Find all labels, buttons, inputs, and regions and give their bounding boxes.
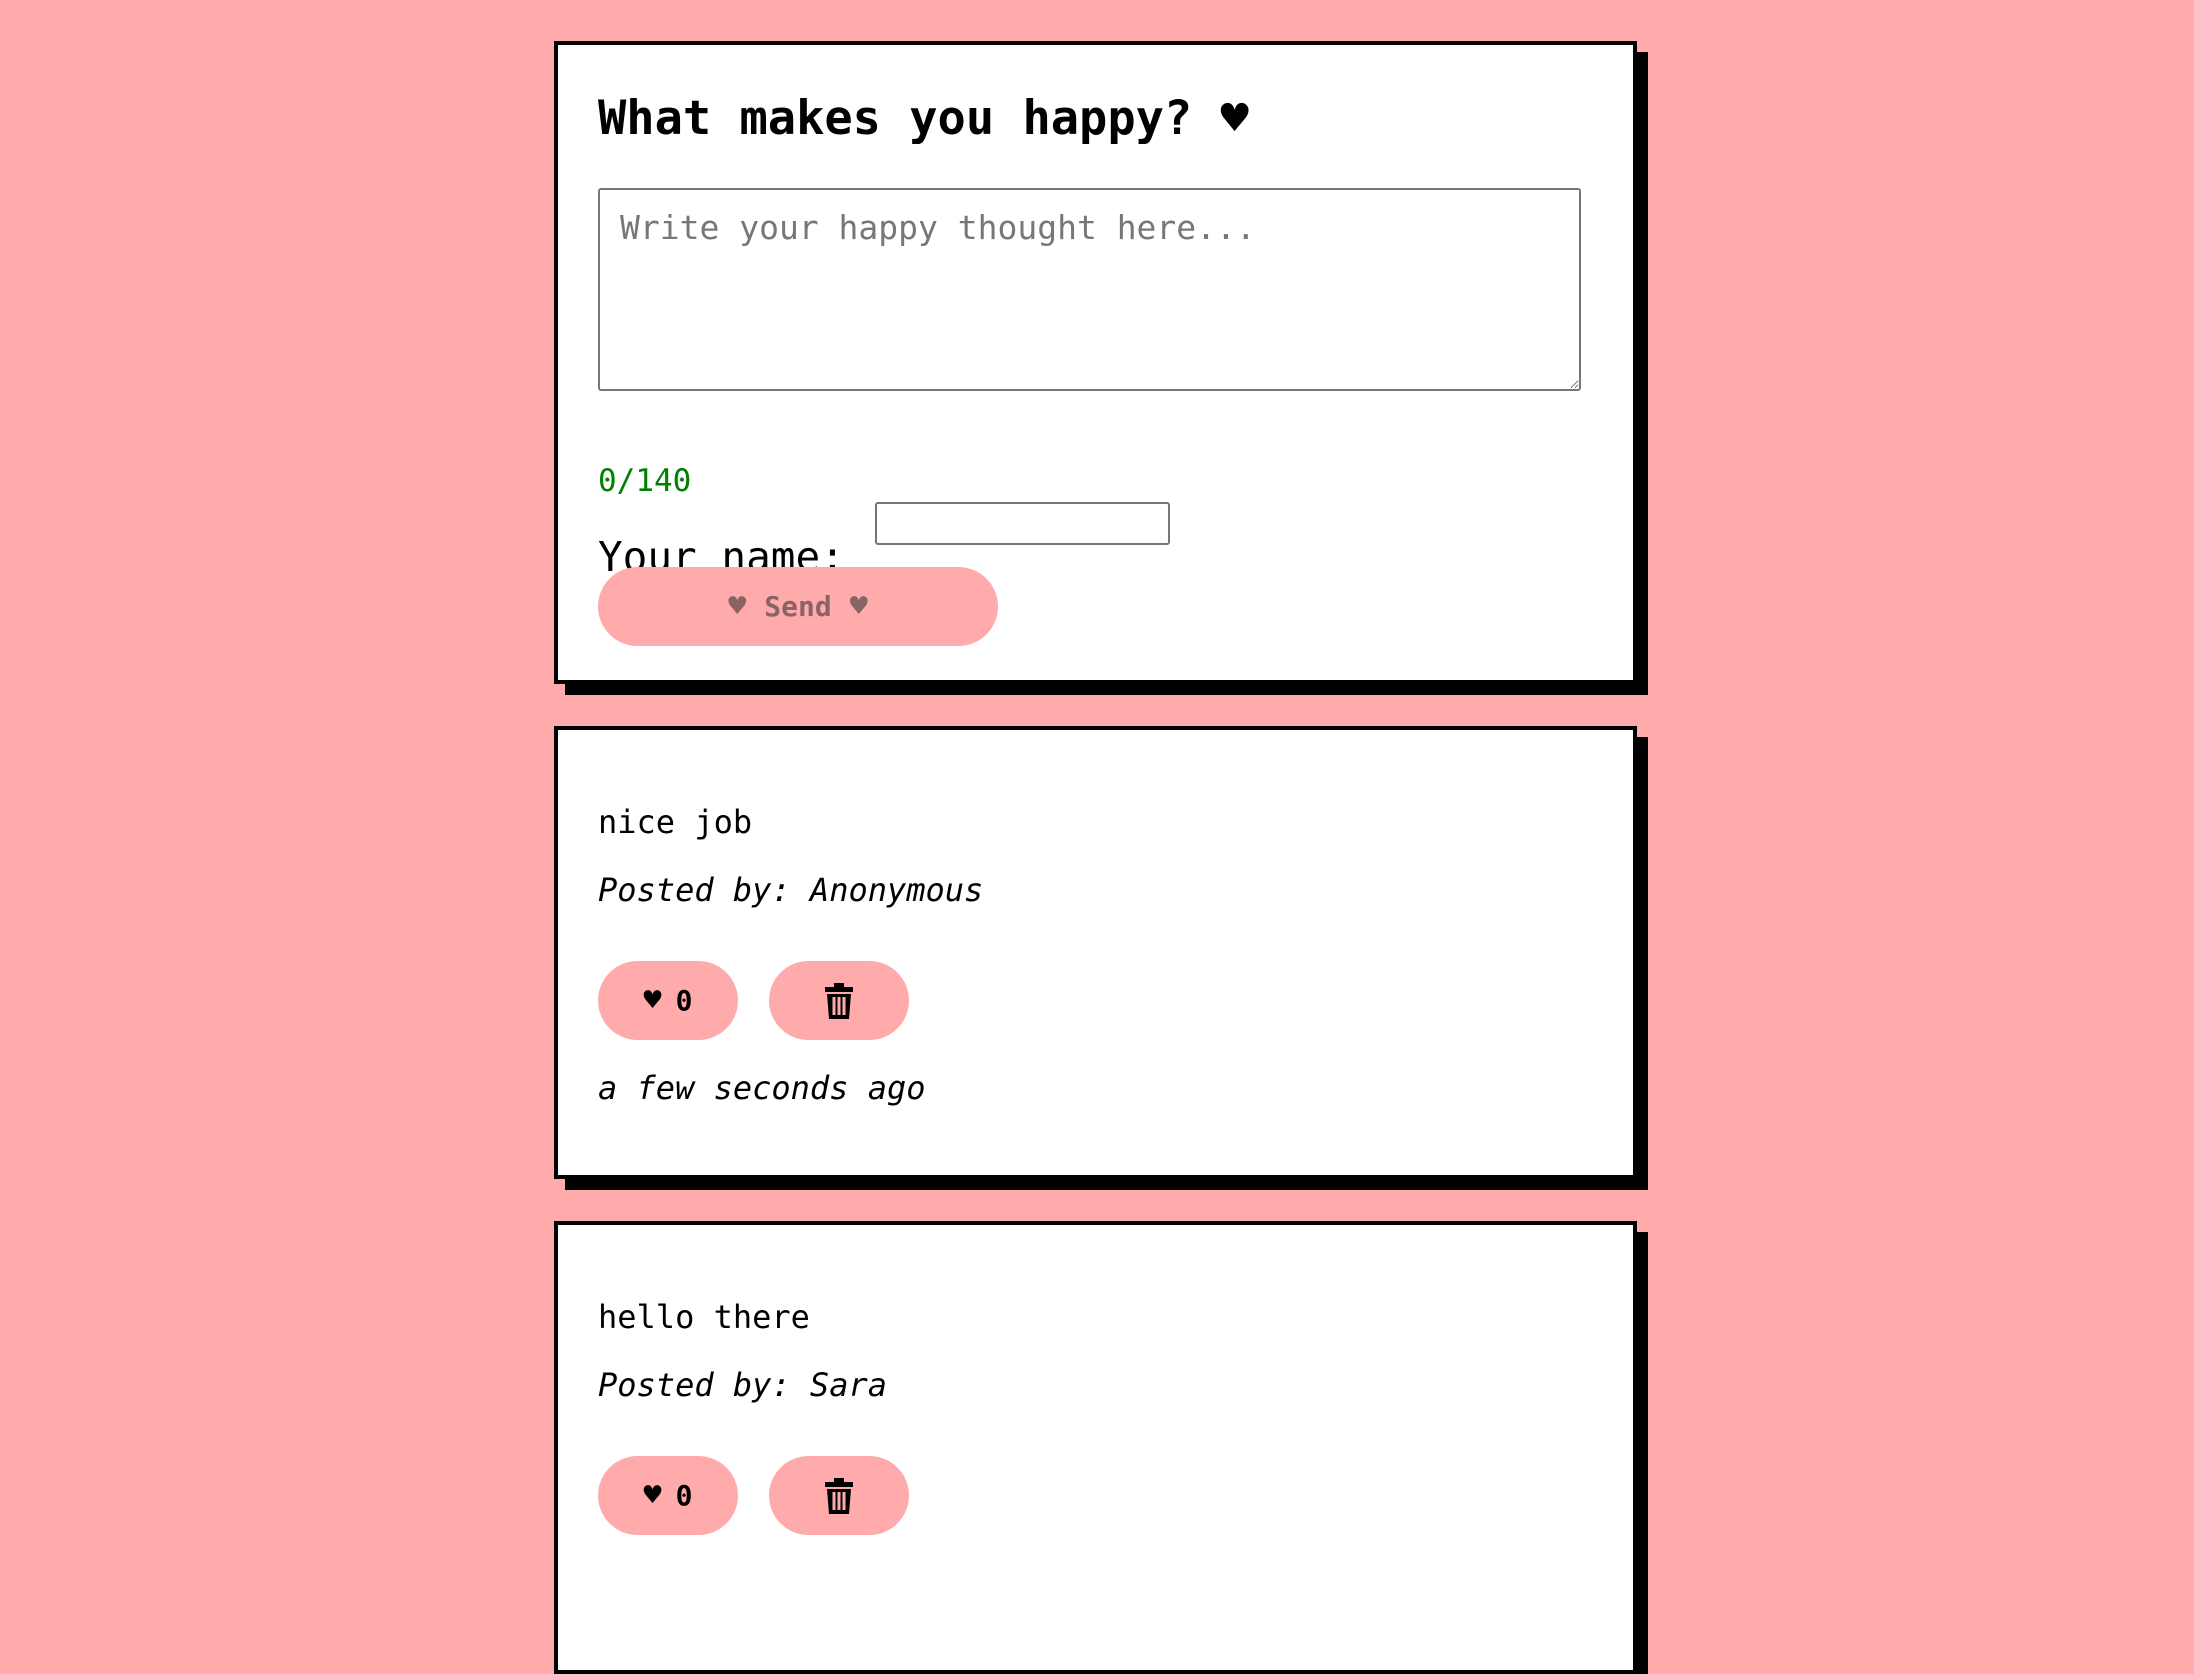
heart-icon: ♥	[643, 982, 662, 1018]
thought-message: nice job	[598, 803, 753, 841]
thought-input[interactable]	[598, 188, 1581, 391]
send-button[interactable]: ♥ Send ♥	[598, 567, 998, 646]
name-input[interactable]	[875, 502, 1170, 545]
trash-icon	[825, 1477, 853, 1514]
like-button[interactable]: ♥ 0	[598, 1456, 738, 1535]
send-button-label: Send	[764, 590, 832, 623]
thought-author: Posted by: Sara	[598, 1366, 887, 1404]
character-counter: 0/140	[598, 463, 692, 499]
thought-author: Posted by: Anonymous	[598, 871, 984, 909]
heart-icon: ♥	[728, 588, 747, 624]
like-count: 0	[675, 984, 693, 1017]
thought-time: a few seconds ago	[598, 1069, 926, 1107]
delete-button[interactable]	[769, 1456, 909, 1535]
form-title: What makes you happy? ♥	[598, 91, 1249, 146]
delete-button[interactable]	[769, 961, 909, 1040]
like-button[interactable]: ♥ 0	[598, 961, 738, 1040]
new-thought-form: What makes you happy? ♥ 0/140 Your name:…	[554, 41, 1637, 684]
heart-icon: ♥	[849, 588, 868, 624]
like-count: 0	[675, 1479, 693, 1512]
thought-card: hello there Posted by: Sara ♥ 0	[554, 1221, 1637, 1674]
trash-icon	[825, 982, 853, 1019]
thought-message: hello there	[598, 1298, 810, 1336]
thought-card: nice job Posted by: Anonymous ♥ 0 a few …	[554, 726, 1637, 1179]
heart-icon: ♥	[643, 1477, 662, 1513]
